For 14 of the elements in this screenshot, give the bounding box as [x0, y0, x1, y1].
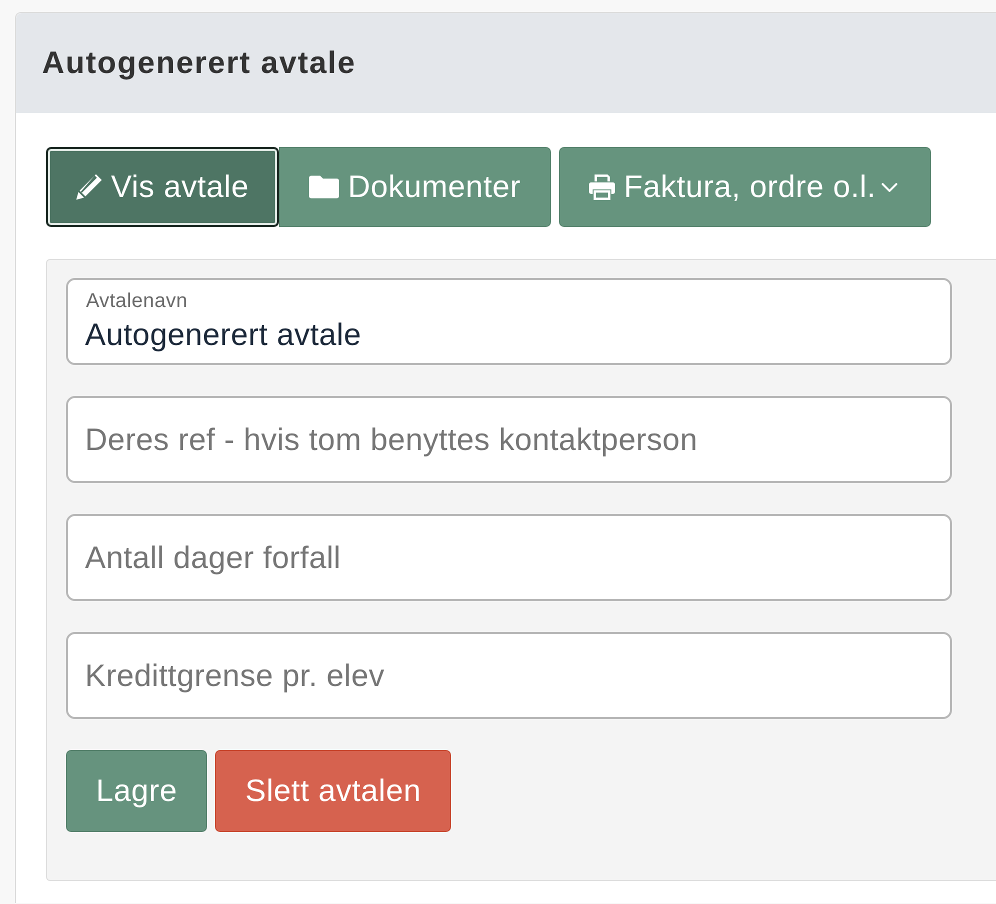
floating-label: Avtalenavn — [86, 290, 188, 312]
folder-icon — [308, 175, 339, 199]
save-button[interactable]: Lagre — [66, 750, 208, 832]
pencil-icon — [76, 174, 102, 200]
input-field[interactable]: Deres ref - hvis tom benyttes kontaktperson — [66, 396, 952, 483]
printer-icon — [588, 174, 615, 200]
tab[interactable]: Vis avtale — [46, 147, 279, 227]
input-field[interactable]: Antall dager forfall — [66, 514, 952, 601]
dropdown-button[interactable]: Faktura, ordre o.l. — [558, 147, 931, 227]
tab[interactable]: Dokumenter — [278, 147, 551, 227]
caret-icon — [880, 182, 898, 192]
card-title: Autogenerert avtale — [42, 45, 356, 81]
delete-button[interactable]: Slett avtalen — [215, 750, 452, 832]
input-field[interactable]: Kredittgrense pr. elev — [66, 632, 952, 719]
